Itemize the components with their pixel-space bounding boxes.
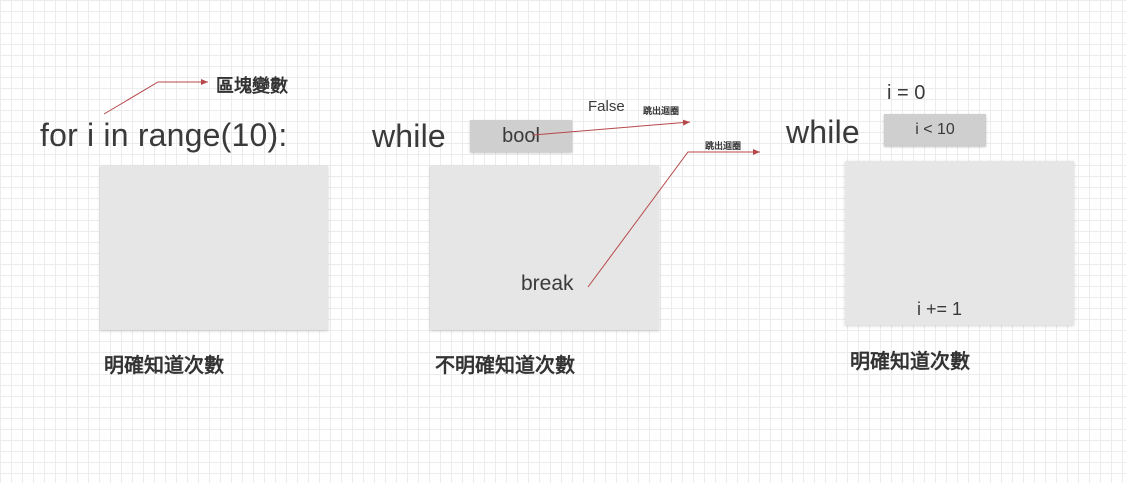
- for-loop-code: for i in range(10):: [40, 117, 288, 153]
- init-statement: i = 0: [887, 82, 926, 104]
- break-statement: break: [521, 272, 574, 295]
- block-variable-arrow: [103, 79, 208, 115]
- increment-statement: i += 1: [917, 299, 963, 319]
- while-count-caption: 明確知道次數: [850, 349, 970, 373]
- bool-condition-text: bool: [502, 124, 540, 147]
- while-break-body-block: [430, 166, 659, 330]
- exit-loop-label-2: 跳出迴圈: [705, 142, 742, 152]
- bool-condition-box: bool: [470, 120, 572, 152]
- while-keyword-count: while: [786, 114, 860, 150]
- counter-condition-box: i < 10: [884, 114, 986, 146]
- false-label: False: [588, 98, 625, 115]
- for-loop-caption: 明確知道次數: [104, 353, 224, 377]
- while-break-caption: 不明確知道次數: [435, 353, 575, 377]
- counter-condition-text: i < 10: [915, 121, 955, 138]
- block-variable-label: 區塊變數: [216, 76, 288, 97]
- while-keyword-break: while: [372, 118, 446, 154]
- for-loop-body-block: [100, 166, 328, 330]
- exit-loop-label-1: 跳出迴圈: [643, 107, 680, 117]
